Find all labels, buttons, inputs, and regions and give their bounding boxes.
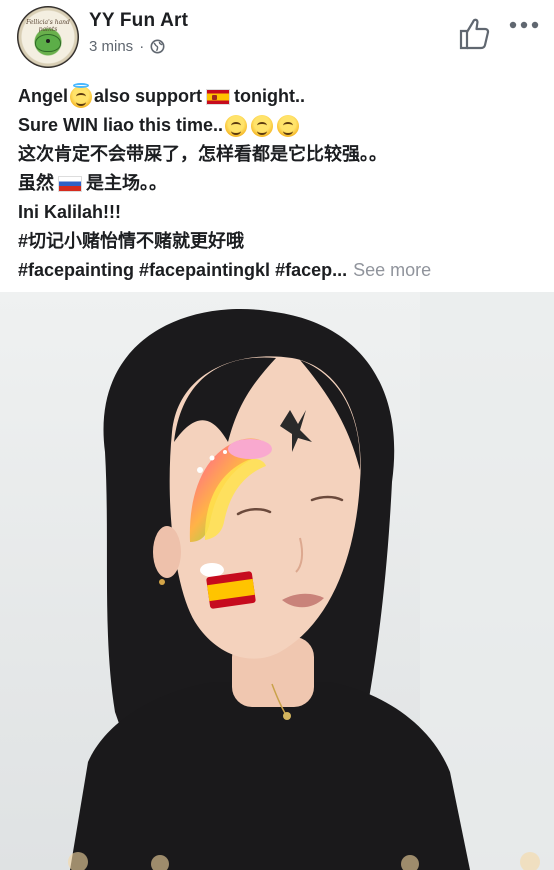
avatar-mascot-icon (35, 34, 61, 52)
text-tonight: tonight.. (234, 86, 306, 106)
post-line-2: Sure WIN liao this time.. (18, 111, 544, 140)
thumbs-up-icon[interactable] (458, 16, 490, 50)
post-photo[interactable] (0, 292, 554, 870)
smile-face-icon (225, 114, 248, 137)
angel-face-icon (70, 82, 93, 108)
smile-face-icon (277, 114, 300, 137)
text-suiran: 虽然 (18, 173, 54, 193)
face-painting-photo (0, 292, 554, 870)
text-zhuchang: 是主场。。 (86, 173, 167, 193)
globe-icon[interactable] (150, 39, 165, 54)
see-more-link[interactable]: See more (353, 256, 431, 285)
post-line-4: 虽然 是主场。。 (18, 169, 544, 198)
russia-flag-icon (58, 175, 82, 192)
post-line-5: Ini Kalilah!!! (18, 202, 121, 222)
post-header: Fellicia's hand paints YY Fun Art 3 mins… (0, 0, 554, 75)
avatar-mascot-eye (46, 39, 50, 43)
text-sure-win: Sure WIN liao this time.. (18, 115, 224, 135)
text-angel: Angel (18, 86, 69, 106)
post-line-7: #facepainting #facepaintingkl #facep... … (18, 256, 544, 285)
spain-flag-icon (206, 88, 231, 105)
meta-separator: · (139, 38, 145, 55)
hashtags[interactable]: #facepainting #facepaintingkl #facep... (18, 256, 347, 285)
post-text: Angel also support tonight.. Sure WIN li… (18, 82, 544, 285)
post-meta: 3 mins · (89, 38, 165, 55)
post-line-3: 这次肯定不会带屎了，怎样看都是它比较强。。 (18, 144, 387, 164)
post-line-6[interactable]: #切记小赌怡情不赌就更好哦 (18, 227, 544, 256)
smile-face-icon (251, 114, 274, 137)
avatar-logo-text: Fellicia's hand paints (26, 19, 70, 33)
more-dots-icon[interactable] (508, 18, 540, 32)
post-timestamp[interactable]: 3 mins (89, 38, 133, 55)
page-avatar[interactable]: Fellicia's hand paints (17, 6, 79, 68)
post-line-1: Angel also support tonight.. (18, 82, 544, 111)
page-name-link[interactable]: YY Fun Art (89, 10, 188, 32)
text-also-support: also support (94, 86, 203, 106)
